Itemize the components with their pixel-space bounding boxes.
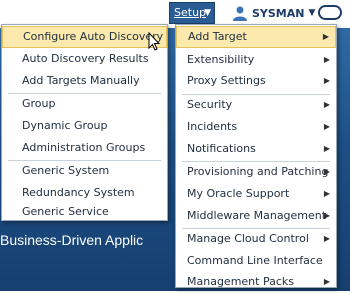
user-menu[interactable]: SYSMAN ▼ [232, 2, 315, 24]
menu-item-configure-auto-discovery[interactable]: Configure Auto Discovery [2, 26, 167, 48]
menu-item-label: Configure Auto Discovery [23, 30, 164, 43]
menu-item-redundancy-system[interactable]: Redundancy System [2, 182, 167, 204]
menu-item-label: Add Target [188, 30, 247, 43]
user-icon [233, 6, 247, 21]
menu-item-group[interactable]: Group [2, 93, 167, 115]
submenu-arrow-icon: ▶ [322, 32, 329, 41]
menu-item-label: Administration Groups [22, 141, 146, 154]
submenu-arrow-icon: ▶ [323, 234, 330, 243]
menu-item-add-target[interactable]: Add Target ▶ [176, 26, 336, 48]
chevron-down-icon: ▼ [204, 8, 211, 18]
menu-item-security[interactable]: Security ▶ [176, 94, 336, 116]
submenu-arrow-icon: ▶ [323, 211, 330, 220]
menu-item-label: Generic Service [22, 205, 109, 218]
menu-item-label: Proxy Settings [187, 74, 266, 87]
menu-item-label: Group [22, 97, 56, 110]
menu-item-add-targets-manually[interactable]: Add Targets Manually [2, 70, 167, 92]
menu-item-label: Notifications [187, 142, 256, 155]
setup-submenu: Add Target ▶ Extensibility ▶ Proxy Setti… [175, 24, 337, 288]
chevron-down-icon: ▼ [308, 8, 316, 18]
menu-item-proxy-settings[interactable]: Proxy Settings ▶ [176, 70, 336, 92]
menu-item-provisioning-and-patching[interactable]: Provisioning and Patching ▶ [176, 161, 336, 183]
menu-item-label: Incidents [187, 120, 238, 133]
menu-item-label: Redundancy System [22, 186, 135, 199]
menu-item-label: Extensibility [187, 53, 255, 66]
menu-item-middleware-management[interactable]: Middleware Management ▶ [176, 205, 336, 227]
menu-item-administration-groups[interactable]: Administration Groups [2, 137, 167, 159]
submenu-arrow-icon: ▶ [323, 189, 330, 198]
menu-item-label: Security [187, 98, 233, 111]
menu-item-label: Command Line Interface [187, 254, 323, 267]
menu-item-label: Auto Discovery Results [22, 52, 149, 65]
help-icon[interactable] [318, 5, 342, 20]
menu-item-my-oracle-support[interactable]: My Oracle Support ▶ [176, 183, 336, 205]
menu-item-command-line-interface[interactable]: Command Line Interface [176, 250, 336, 272]
menu-item-label: Generic System [22, 164, 110, 177]
setup-dropdown-menu: Configure Auto Discovery Auto Discovery … [1, 24, 168, 221]
banner-headline: Business-Driven Applic [0, 232, 144, 248]
user-name: SYSMAN [252, 6, 305, 20]
menu-item-auto-discovery-results[interactable]: Auto Discovery Results [2, 48, 167, 70]
menu-item-label: Management Packs [187, 275, 294, 288]
submenu-arrow-icon: ▶ [323, 144, 330, 153]
menu-item-label: My Oracle Support [187, 187, 290, 200]
menu-item-label: Middleware Management [187, 209, 327, 222]
menu-item-manage-cloud-control[interactable]: Manage Cloud Control ▶ [176, 228, 336, 250]
menu-item-extensibility[interactable]: Extensibility ▶ [176, 49, 336, 71]
submenu-arrow-icon: ▶ [323, 277, 330, 286]
menu-item-generic-system[interactable]: Generic System [2, 160, 167, 182]
setup-menu-button[interactable]: Setup ▼ [169, 2, 215, 24]
mouse-cursor-icon [148, 32, 161, 51]
submenu-arrow-icon: ▶ [323, 167, 330, 176]
submenu-arrow-icon: ▶ [323, 122, 330, 131]
menu-item-dynamic-group[interactable]: Dynamic Group [2, 115, 167, 137]
setup-label: Setup [174, 6, 207, 19]
menu-item-label: Provisioning and Patching [187, 165, 329, 178]
menu-item-label: Manage Cloud Control [187, 232, 309, 245]
menu-item-management-packs[interactable]: Management Packs ▶ [176, 271, 336, 293]
menu-item-label: Add Targets Manually [22, 74, 140, 87]
menu-item-label: Dynamic Group [22, 119, 108, 132]
submenu-arrow-icon: ▶ [323, 55, 330, 64]
menu-item-notifications[interactable]: Notifications ▶ [176, 138, 336, 160]
menu-item-incidents[interactable]: Incidents ▶ [176, 116, 336, 138]
submenu-arrow-icon: ▶ [323, 76, 330, 85]
submenu-arrow-icon: ▶ [323, 100, 330, 109]
menu-item-generic-service[interactable]: Generic Service [2, 204, 167, 220]
